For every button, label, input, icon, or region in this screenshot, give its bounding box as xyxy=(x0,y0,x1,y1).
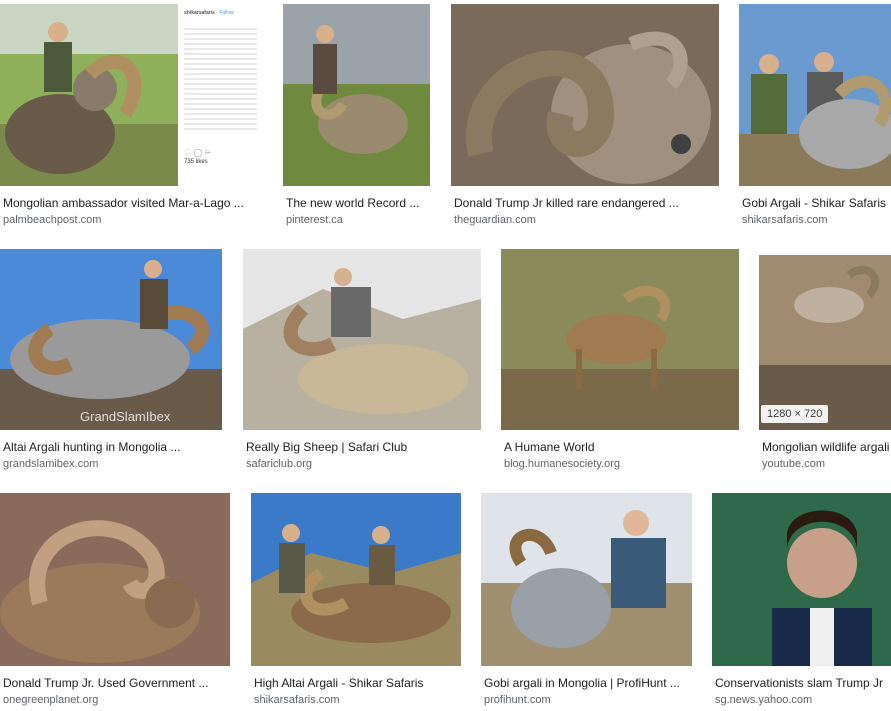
result-source[interactable]: shikarsafaris.com xyxy=(742,214,828,226)
instagram-likes: 735 likes xyxy=(184,159,208,166)
result-source[interactable]: onegreenplanet.org xyxy=(3,694,98,706)
result-caption[interactable]: Really Big Sheep | Safari Club xyxy=(246,440,480,454)
result-caption[interactable]: Mongolian ambassador visited Mar-a-Lago … xyxy=(3,196,261,210)
instagram-panel: shikarsafaris · Follow ♡ ◯ ⌲ 735 likes xyxy=(178,4,263,186)
dimensions-badge: 1280 × 720 xyxy=(761,405,829,423)
result-thumbnail[interactable] xyxy=(739,4,891,186)
result-card[interactable]: Donald Trump Jr killed rare endangered .… xyxy=(451,0,719,230)
result-thumbnail[interactable] xyxy=(712,493,891,666)
result-caption[interactable]: The new world Record ... xyxy=(286,196,431,210)
result-card[interactable]: Gobi Argali - Shikar Safaris shikarsafar… xyxy=(739,0,891,230)
result-card[interactable]: The new world Record ... pinterest.ca xyxy=(283,0,431,230)
result-caption[interactable]: Donald Trump Jr. Used Government ... xyxy=(3,676,229,690)
instagram-follow[interactable]: Follow xyxy=(219,10,233,16)
result-card[interactable]: Gobi argali in Mongolia | ProfiHunt ... … xyxy=(481,493,692,711)
result-caption[interactable]: Gobi Argali - Shikar Safaris xyxy=(742,196,891,210)
result-card[interactable]: shikarsafaris · Follow ♡ ◯ ⌲ 735 likes M… xyxy=(0,0,263,230)
result-thumbnail[interactable]: 1280 × 720 xyxy=(759,255,891,430)
result-thumbnail[interactable] xyxy=(501,249,739,430)
result-caption[interactable]: Mongolian wildlife argali xyxy=(762,440,891,454)
result-caption[interactable]: High Altai Argali - Shikar Safaris xyxy=(254,676,460,690)
result-card[interactable]: Conservationists slam Trump Jr sg.news.y… xyxy=(712,493,891,711)
result-card[interactable]: Really Big Sheep | Safari Club safariclu… xyxy=(243,249,481,479)
result-card[interactable]: Donald Trump Jr. Used Government ... one… xyxy=(0,493,230,711)
result-thumbnail[interactable] xyxy=(481,493,692,666)
result-thumbnail[interactable] xyxy=(251,493,461,666)
result-caption[interactable]: Altai Argali hunting in Mongolia ... xyxy=(3,440,221,454)
result-source[interactable]: pinterest.ca xyxy=(286,214,343,226)
result-source[interactable]: grandslamibex.com xyxy=(3,458,98,470)
result-caption[interactable]: Donald Trump Jr killed rare endangered .… xyxy=(454,196,716,210)
result-thumbnail[interactable] xyxy=(283,4,430,186)
heart-icon[interactable]: ♡ ◯ ⌲ xyxy=(184,147,257,158)
result-source[interactable]: blog.humanesociety.org xyxy=(504,458,620,470)
result-caption[interactable]: Conservationists slam Trump Jr xyxy=(715,676,891,690)
result-card[interactable]: A Humane World blog.humanesociety.org xyxy=(501,249,739,479)
result-card[interactable]: 1280 × 720 Mongolian wildlife argali you… xyxy=(759,249,891,479)
result-caption[interactable]: Gobi argali in Mongolia | ProfiHunt ... xyxy=(484,676,691,690)
result-thumbnail[interactable] xyxy=(451,4,719,186)
result-source[interactable]: profihunt.com xyxy=(484,694,551,706)
result-thumbnail[interactable]: GrandSlamIbex xyxy=(0,249,222,430)
result-card[interactable]: High Altai Argali - Shikar Safaris shika… xyxy=(251,493,461,711)
result-source[interactable]: palmbeachpost.com xyxy=(3,214,101,226)
result-caption[interactable]: A Humane World xyxy=(504,440,738,454)
result-source[interactable]: youtube.com xyxy=(762,458,825,470)
result-thumbnail[interactable] xyxy=(0,493,230,666)
result-source[interactable]: safariclub.org xyxy=(246,458,312,470)
result-source[interactable]: shikarsafaris.com xyxy=(254,694,340,706)
watermark-text: GrandSlamIbex xyxy=(80,409,171,424)
result-source[interactable]: sg.news.yahoo.com xyxy=(715,694,812,706)
result-card[interactable]: GrandSlamIbex Altai Argali hunting in Mo… xyxy=(0,249,222,479)
result-source[interactable]: theguardian.com xyxy=(454,214,536,226)
result-thumbnail[interactable] xyxy=(0,4,178,186)
instagram-username: shikarsafaris xyxy=(184,10,215,16)
result-thumbnail[interactable] xyxy=(243,249,481,430)
